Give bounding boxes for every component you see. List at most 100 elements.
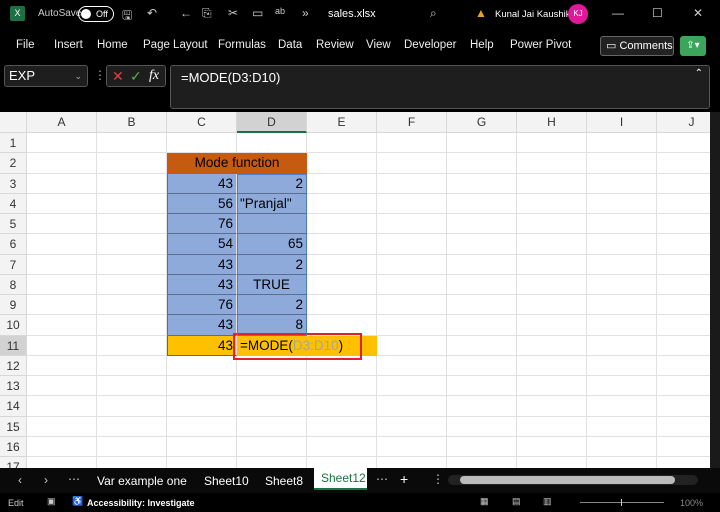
cell[interactable] — [27, 193, 97, 214]
cell[interactable] — [517, 416, 587, 437]
cell[interactable] — [27, 173, 97, 194]
tab-power-pivot[interactable]: Power Pivot — [510, 39, 571, 51]
cell[interactable] — [167, 436, 237, 457]
prev-sheet-icon[interactable]: ‹ — [18, 473, 22, 487]
vertical-scrollbar[interactable] — [710, 112, 720, 468]
cell[interactable] — [377, 274, 447, 295]
cell[interactable] — [97, 335, 167, 356]
cut-icon[interactable]: ✂ — [228, 6, 238, 20]
page-layout-view-icon[interactable]: ▤ — [512, 496, 521, 507]
cell[interactable] — [167, 396, 237, 417]
cell[interactable] — [97, 214, 167, 235]
cell[interactable] — [657, 396, 710, 417]
chevron-down-icon[interactable]: ⌄ — [74, 66, 82, 86]
cell[interactable] — [377, 295, 447, 316]
cell[interactable] — [377, 133, 447, 154]
cell[interactable] — [517, 396, 587, 417]
cell[interactable] — [97, 133, 167, 154]
cell[interactable] — [447, 355, 517, 376]
cell[interactable] — [27, 295, 97, 316]
zoom-slider-thumb[interactable] — [621, 499, 622, 506]
row-header-3[interactable]: 3 — [0, 173, 27, 194]
row-header-12[interactable]: 12 — [0, 355, 27, 376]
cell[interactable] — [97, 457, 167, 468]
autosave-toggle[interactable]: Off — [78, 6, 114, 22]
cell[interactable] — [97, 173, 167, 194]
cell[interactable] — [587, 436, 657, 457]
select-all-corner[interactable] — [0, 112, 27, 133]
name-box[interactable]: EXP ⌄ — [4, 65, 88, 87]
cell[interactable] — [167, 457, 237, 468]
maximize-icon[interactable]: ☐ — [652, 6, 663, 20]
cell[interactable] — [97, 153, 167, 174]
back-icon[interactable]: ← — [180, 6, 192, 20]
scrollbar-thumb[interactable] — [460, 476, 675, 484]
row-header-7[interactable]: 7 — [0, 254, 27, 275]
cell[interactable] — [377, 457, 447, 468]
cell[interactable] — [657, 214, 710, 235]
enter-icon[interactable]: ✓ — [130, 68, 142, 85]
cell[interactable] — [657, 457, 710, 468]
tab-insert[interactable]: Insert — [54, 39, 83, 51]
row-header-10[interactable]: 10 — [0, 315, 27, 336]
cell[interactable] — [27, 416, 97, 437]
cell[interactable] — [27, 376, 97, 397]
cell[interactable] — [377, 355, 447, 376]
cell[interactable] — [307, 436, 377, 457]
cell[interactable] — [27, 436, 97, 457]
cell[interactable] — [97, 274, 167, 295]
tab-home[interactable]: Home — [97, 39, 128, 51]
cell[interactable] — [27, 214, 97, 235]
cell[interactable] — [517, 315, 587, 336]
cell-c11[interactable]: 43 — [167, 335, 237, 356]
column-header-B[interactable]: B — [97, 112, 167, 133]
cell[interactable] — [587, 335, 657, 356]
cell[interactable] — [307, 376, 377, 397]
column-header-C[interactable]: C — [167, 112, 237, 133]
tab-developer[interactable]: Developer — [404, 39, 456, 51]
cell[interactable] — [377, 416, 447, 437]
sheet-tab-var-example-one[interactable]: Var example one — [97, 474, 187, 488]
cell[interactable] — [307, 193, 377, 214]
cell[interactable] — [167, 416, 237, 437]
minimize-icon[interactable]: — — [612, 6, 624, 20]
row-header-9[interactable]: 9 — [0, 295, 27, 316]
cell[interactable] — [27, 355, 97, 376]
cell[interactable] — [447, 457, 517, 468]
cell[interactable] — [587, 457, 657, 468]
cell[interactable] — [167, 355, 237, 376]
cell[interactable] — [377, 396, 447, 417]
row-header-15[interactable]: 15 — [0, 416, 27, 437]
cell[interactable] — [657, 295, 710, 316]
cell[interactable] — [447, 173, 517, 194]
cell[interactable] — [27, 457, 97, 468]
tab-file[interactable]: File — [16, 39, 35, 51]
cell[interactable] — [97, 254, 167, 275]
cell[interactable] — [377, 173, 447, 194]
search-icon[interactable]: ⌕ — [430, 6, 437, 21]
cell[interactable] — [517, 214, 587, 235]
cell[interactable] — [517, 355, 587, 376]
cell[interactable] — [237, 436, 307, 457]
accessibility-icon[interactable]: ♿ — [72, 496, 83, 507]
cell[interactable] — [657, 234, 710, 255]
cell[interactable] — [27, 396, 97, 417]
row-header-17[interactable]: 17 — [0, 457, 27, 468]
column-header-E[interactable]: E — [307, 112, 377, 133]
more-icon[interactable]: » — [302, 6, 309, 20]
cell[interactable] — [587, 274, 657, 295]
column-header-F[interactable]: F — [377, 112, 447, 133]
cell[interactable] — [307, 234, 377, 255]
cell[interactable] — [97, 355, 167, 376]
cell[interactable] — [657, 356, 710, 376]
tab-data[interactable]: Data — [278, 39, 302, 51]
cell[interactable] — [97, 234, 167, 255]
cell[interactable] — [377, 376, 447, 397]
tab-page-layout[interactable]: Page Layout — [143, 39, 208, 51]
cell[interactable] — [27, 234, 97, 255]
cell[interactable] — [587, 234, 657, 255]
cell[interactable] — [447, 214, 517, 235]
cell[interactable] — [657, 153, 710, 174]
cell[interactable] — [377, 234, 447, 255]
cell[interactable] — [587, 376, 657, 397]
